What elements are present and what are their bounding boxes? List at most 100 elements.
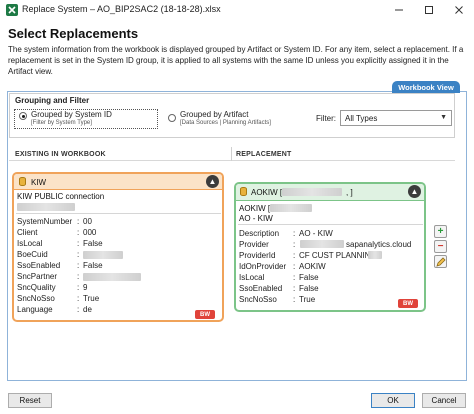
maximize-button[interactable] xyxy=(414,0,444,20)
replacement-line2: AO - KIW xyxy=(239,214,273,223)
group-by-system-sublabel: [Filter by System Type] xyxy=(31,120,92,126)
edit-button[interactable] xyxy=(434,255,447,268)
property-value: sapanalytics.cloud xyxy=(346,240,412,249)
chevron-down-icon: ▼ xyxy=(440,114,447,121)
database-icon xyxy=(19,177,26,186)
property-colon: : xyxy=(77,283,80,292)
group-by-artifact-label: Grouped by Artifact xyxy=(180,110,249,119)
redacted-value xyxy=(83,273,141,281)
property-value: True xyxy=(299,295,316,304)
ok-button[interactable]: OK xyxy=(371,393,415,408)
property-value: False xyxy=(83,239,103,248)
replacement-card-title: AOKIW [ xyxy=(251,188,283,197)
minus-icon: − xyxy=(437,241,444,252)
excel-app-icon xyxy=(6,4,18,16)
property-colon: : xyxy=(293,229,296,238)
redacted-value xyxy=(17,203,75,211)
property-key: SystemNumber xyxy=(17,217,73,226)
property-colon: : xyxy=(293,240,296,249)
property-colon: : xyxy=(293,273,296,282)
replacement-column-title: REPLACEMENT xyxy=(236,151,292,158)
database-icon xyxy=(240,187,247,196)
group-by-system-label: Grouped by System ID xyxy=(31,110,112,119)
existing-column-title: EXISTING IN WORKBOOK xyxy=(15,151,106,158)
property-colon: : xyxy=(77,250,80,259)
maximize-icon xyxy=(425,6,433,14)
group-by-artifact-sublabel: [Data Sources | Planning Artifacts] xyxy=(180,120,271,126)
property-colon: : xyxy=(77,261,80,270)
redacted-value xyxy=(368,251,382,259)
redacted-value xyxy=(300,240,344,248)
property-colon: : xyxy=(293,251,296,260)
minimize-icon xyxy=(395,9,403,11)
column-divider xyxy=(231,147,232,161)
property-key: SncQuality xyxy=(17,283,56,292)
property-key: SsoEnabled xyxy=(239,284,283,293)
redacted-value xyxy=(270,204,312,212)
property-colon: : xyxy=(77,217,80,226)
redacted-value xyxy=(83,251,123,259)
collapse-icon[interactable]: ▲ xyxy=(408,185,421,198)
property-key: SncPartner xyxy=(17,272,58,281)
existing-bw-badge: BW xyxy=(195,310,215,319)
description-text: The system information from the workbook… xyxy=(8,45,464,76)
property-colon: : xyxy=(293,295,296,304)
reset-button[interactable]: Reset xyxy=(8,393,52,408)
plus-icon: + xyxy=(437,226,444,237)
property-key: IdOnProvider xyxy=(239,262,287,271)
property-colon: : xyxy=(77,272,80,281)
property-key: SncNoSso xyxy=(17,294,55,303)
property-colon: : xyxy=(293,262,296,271)
page-title: Select Replacements xyxy=(8,26,139,41)
property-value: 9 xyxy=(83,283,88,292)
workbook-view-tab[interactable]: Workbook View xyxy=(392,81,460,93)
property-key: SncNoSso xyxy=(239,295,277,304)
redacted-value xyxy=(282,188,342,196)
pencil-icon xyxy=(435,256,446,267)
replacement-line1: AOKIW [ xyxy=(239,204,271,213)
close-icon xyxy=(455,6,463,14)
group-by-artifact-radio[interactable] xyxy=(168,114,176,122)
property-value: 00 xyxy=(83,217,92,226)
window-title: Replace System – AO_BIP2SAC2 (18-18-28).… xyxy=(22,4,221,14)
group-by-system-radio[interactable] xyxy=(19,112,27,120)
collapse-icon[interactable]: ▲ xyxy=(206,175,219,188)
filter-select[interactable]: All Types ▼ xyxy=(340,110,452,126)
property-value: False xyxy=(299,273,319,282)
property-key: ProviderId xyxy=(239,251,276,260)
property-colon: : xyxy=(77,305,80,314)
cancel-button[interactable]: Cancel xyxy=(422,393,466,408)
property-value: AO - KIW xyxy=(299,229,333,238)
property-colon: : xyxy=(77,294,80,303)
property-value: True xyxy=(83,294,100,303)
property-colon: : xyxy=(77,239,80,248)
property-value: AOKIW xyxy=(299,262,326,271)
grouping-filter-title: Grouping and Filter xyxy=(15,96,90,105)
property-key: Description xyxy=(239,229,280,238)
remove-button[interactable]: − xyxy=(434,240,447,253)
property-key: IsLocal xyxy=(17,239,43,248)
property-value: 000 xyxy=(83,228,97,237)
property-colon: : xyxy=(293,284,296,293)
property-value: CF CUST PLANNING xyxy=(299,251,377,260)
replacement-bw-badge: BW xyxy=(398,299,418,308)
add-button[interactable]: + xyxy=(434,225,447,238)
replace-system-dialog: Replace System – AO_BIP2SAC2 (18-18-28).… xyxy=(0,0,474,414)
card-separator xyxy=(238,224,423,225)
property-key: Provider xyxy=(239,240,269,249)
property-value: False xyxy=(83,261,103,270)
property-key: Client xyxy=(17,228,38,237)
title-bar: Replace System – AO_BIP2SAC2 (18-18-28).… xyxy=(0,0,474,20)
filter-selected-value: All Types xyxy=(345,113,378,123)
existing-connection-name: KIW PUBLIC connection xyxy=(17,192,105,201)
existing-card-title: KIW xyxy=(31,178,47,187)
property-key: SsoEnabled xyxy=(17,261,61,270)
property-key: IsLocal xyxy=(239,273,265,282)
property-colon: : xyxy=(77,228,80,237)
property-value: de xyxy=(83,305,92,314)
close-window-button[interactable] xyxy=(444,0,474,20)
filter-label: Filter: xyxy=(316,114,336,123)
property-key: Language xyxy=(17,305,53,314)
property-key: BoeCuid xyxy=(17,250,48,259)
minimize-button[interactable] xyxy=(384,0,414,20)
